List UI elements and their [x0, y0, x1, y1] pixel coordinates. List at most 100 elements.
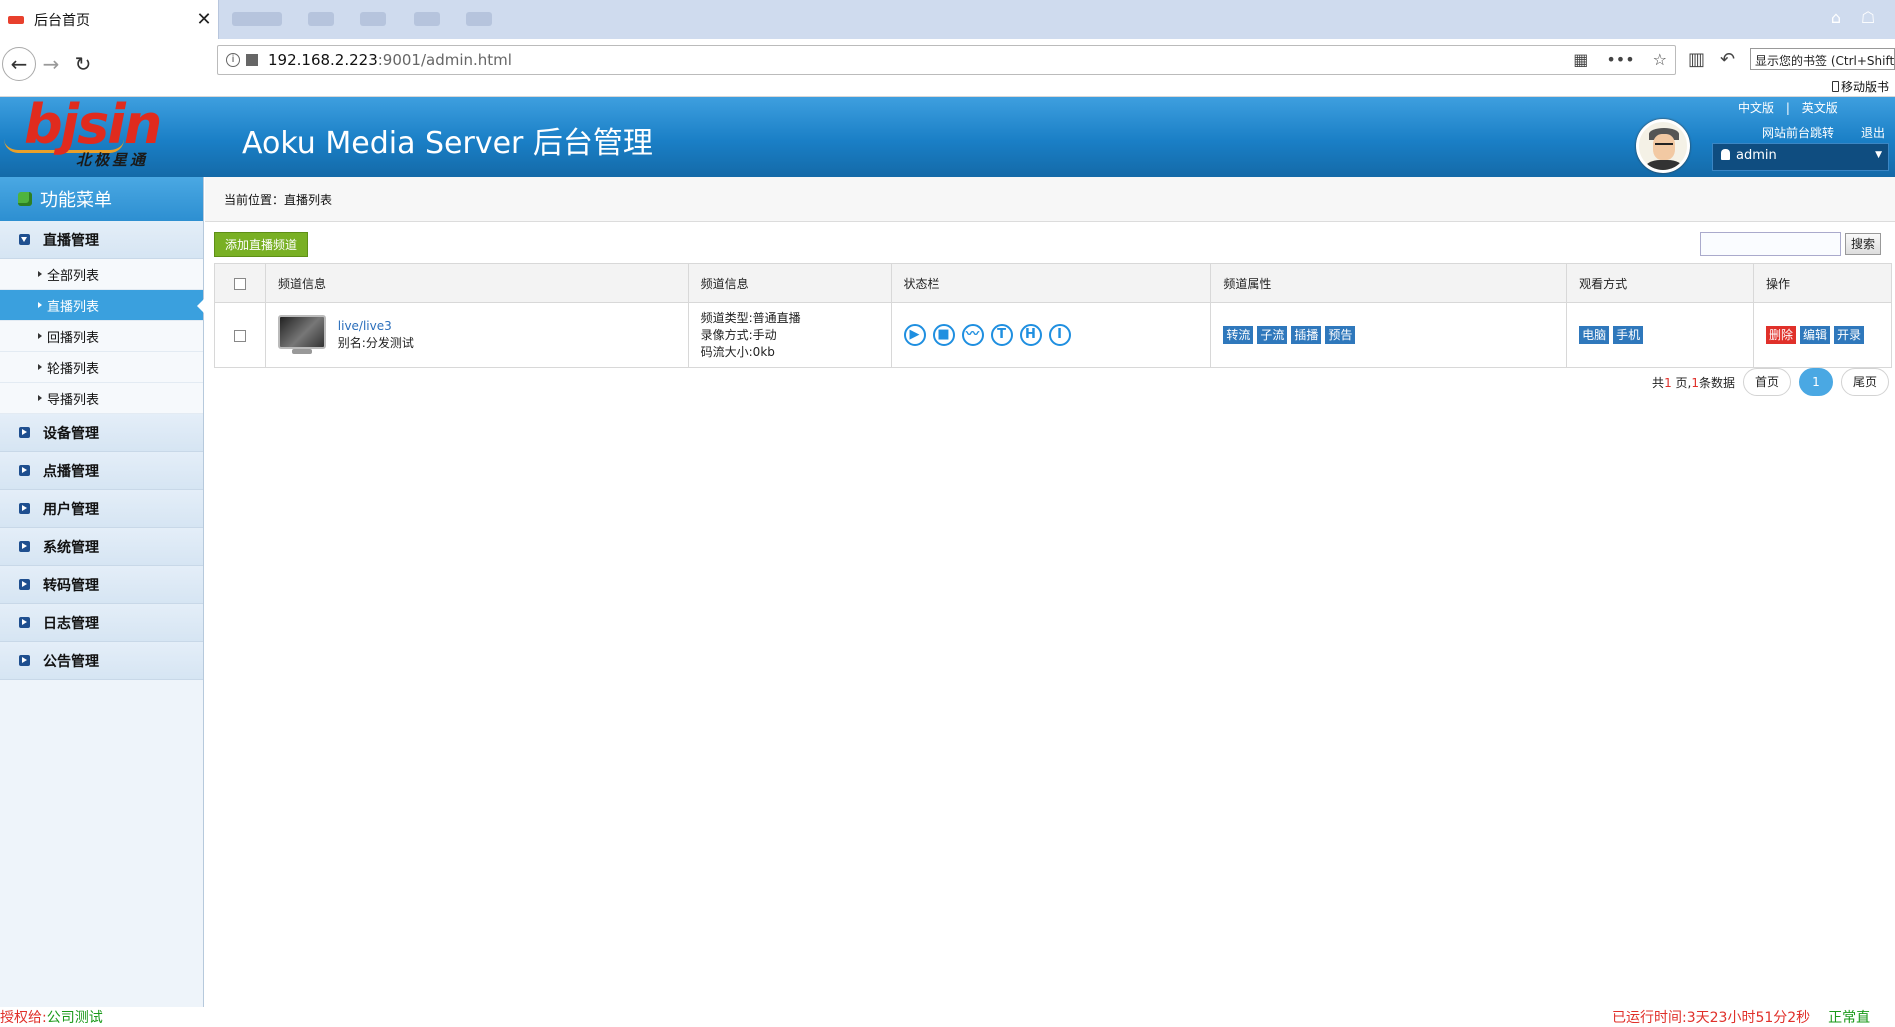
more-icon[interactable]: •••: [1606, 50, 1634, 69]
blurred-tab[interactable]: [232, 12, 282, 26]
watch-tags: 电脑 手机: [1579, 326, 1753, 344]
sidebar-group-log[interactable]: 日志管理: [0, 604, 203, 642]
front-site-link[interactable]: 网站前台跳转: [1762, 124, 1834, 141]
bullet-icon: [38, 271, 42, 277]
sidebar-group-device[interactable]: 设备管理: [0, 414, 203, 452]
status-icons: ▶ ■ 〰 T H I: [903, 324, 1211, 346]
current-page-button[interactable]: 1: [1799, 368, 1833, 396]
action-tags: 删除 编辑 开录: [1766, 326, 1891, 344]
account-icon[interactable]: ☖: [1856, 8, 1880, 30]
sidebar-group-system[interactable]: 系统管理: [0, 528, 203, 566]
tab-title: 后台首页: [34, 12, 90, 29]
row-checkbox[interactable]: [233, 329, 246, 342]
tv-icon: [277, 315, 326, 355]
channel-table: 频道信息 频道信息 状态栏 频道属性 观看方式 操作 live/live3 别名…: [214, 263, 1892, 368]
play-icon[interactable]: ▶: [903, 324, 926, 346]
reload-icon[interactable]: ↻: [66, 47, 100, 81]
blurred-tab[interactable]: [466, 12, 492, 26]
blurred-tab[interactable]: [308, 12, 334, 26]
back-icon[interactable]: ←: [2, 47, 36, 81]
wave-icon[interactable]: 〰: [961, 324, 984, 346]
column-header: 操作: [1753, 263, 1892, 303]
select-all-checkbox[interactable]: [233, 277, 246, 290]
attribute-tags: 转流 子流 插播 预告: [1223, 326, 1566, 344]
logo-text: bjsin: [24, 93, 162, 156]
sidebar-item-label: 回播列表: [47, 330, 100, 346]
sidebar-item-carousel[interactable]: 轮播列表: [0, 352, 203, 383]
i-icon[interactable]: I: [1048, 324, 1071, 346]
mobile-bookmarks[interactable]: 移动版书: [1832, 78, 1889, 95]
sidebar-item-all[interactable]: 全部列表: [0, 259, 203, 290]
browser-navbar: ← → ↻ i 192.168.2.223 :9001/admin.html ▦…: [0, 39, 1895, 97]
start-record-button[interactable]: 开录: [1834, 326, 1865, 344]
expand-icon: [19, 617, 30, 628]
license-info: 授权给:公司测试: [0, 1007, 103, 1027]
collapse-icon: [19, 234, 30, 245]
h-icon[interactable]: H: [1019, 324, 1042, 346]
tv-stand: [291, 349, 312, 354]
sidebar-group-live[interactable]: 直播管理: [0, 221, 203, 259]
qr-code-icon[interactable]: ▦: [1573, 50, 1588, 69]
undo-icon[interactable]: ↶: [1720, 49, 1735, 70]
sidebar-group-user[interactable]: 用户管理: [0, 490, 203, 528]
expand-icon: [19, 465, 30, 476]
tag-relay[interactable]: 转流: [1223, 326, 1254, 344]
browser-tabbar: 后台首页 ✕ ⌂ ☖: [0, 0, 1895, 39]
watch-pc-button[interactable]: 电脑: [1579, 326, 1610, 344]
actions-cell: 删除 编辑 开录: [1753, 302, 1892, 368]
pager-suffix: 条数据: [1698, 375, 1735, 390]
sidebar-title: 功能菜单: [40, 190, 112, 211]
sidebar-toggle-icon[interactable]: ▥: [1688, 49, 1705, 70]
column-header: 观看方式: [1566, 263, 1755, 303]
sidebar-item-replay[interactable]: 回播列表: [0, 321, 203, 352]
channel-link[interactable]: live/live3: [338, 319, 392, 333]
add-channel-button[interactable]: 添加直播频道: [214, 232, 309, 257]
star-icon[interactable]: ☆: [1653, 50, 1667, 69]
tab-close-icon[interactable]: ✕: [190, 9, 218, 30]
channel-info-cell: 频道类型:普通直播 录像方式:手动 码流大小:0kb: [687, 302, 892, 368]
channel-cell: live/live3 别名:分发测试: [264, 302, 689, 368]
license-label: 授权给:: [0, 1010, 47, 1026]
url-bar[interactable]: i 192.168.2.223 :9001/admin.html ▦ ••• ☆: [217, 45, 1676, 75]
edit-button[interactable]: 编辑: [1800, 326, 1831, 344]
blurred-tab[interactable]: [360, 12, 386, 26]
delete-button[interactable]: 删除: [1766, 326, 1797, 344]
home-icon[interactable]: ⌂: [1824, 8, 1848, 30]
user-dropdown[interactable]: admin ▼: [1712, 143, 1889, 171]
expand-icon: [19, 503, 30, 514]
footer: 授权给:公司测试 已运行时间:3天23小时51分2秒 正常直: [0, 1007, 1895, 1027]
browser-tab[interactable]: 后台首页 ✕: [0, 0, 219, 39]
channel-type: 频道类型:普通直播: [700, 310, 801, 325]
first-page-button[interactable]: 首页: [1743, 368, 1791, 396]
tag-insert[interactable]: 插播: [1291, 326, 1322, 344]
pagination-info: 共1 页,1条数据: [1652, 374, 1735, 391]
sidebar-item-director[interactable]: 导播列表: [0, 383, 203, 414]
lang-zh-link[interactable]: 中文版: [1738, 101, 1774, 115]
logout-link[interactable]: 退出: [1861, 124, 1885, 141]
tag-substream[interactable]: 子流: [1257, 326, 1288, 344]
select-all-cell: [214, 263, 266, 303]
lang-en-link[interactable]: 英文版: [1802, 101, 1838, 115]
t-icon[interactable]: T: [990, 324, 1013, 346]
user-icon: [1721, 149, 1730, 160]
sidebar-item-live-list[interactable]: 直播列表: [0, 290, 204, 321]
sidebar-item-label: 导播列表: [47, 392, 100, 408]
sidebar-group-label: 转码管理: [43, 577, 99, 594]
bitrate-size: 码流大小:0kb: [700, 344, 775, 359]
sidebar-group-transcode[interactable]: 转码管理: [0, 566, 203, 604]
sidebar-group-notice[interactable]: 公告管理: [0, 642, 203, 680]
camera-icon[interactable]: ■: [932, 324, 955, 346]
sidebar-group-label: 设备管理: [43, 425, 99, 442]
blurred-tab[interactable]: [414, 12, 440, 26]
search-button[interactable]: 搜索: [1845, 233, 1881, 255]
last-page-button[interactable]: 尾页: [1841, 368, 1889, 396]
cube-icon: [18, 192, 32, 206]
forward-icon[interactable]: →: [34, 47, 68, 81]
search-input[interactable]: [1700, 232, 1841, 256]
mobile-bookmarks-label: 移动版书: [1841, 80, 1890, 94]
watch-mobile-button[interactable]: 手机: [1613, 326, 1644, 344]
sidebar-group-vod[interactable]: 点播管理: [0, 452, 203, 490]
sidebar-group-label: 日志管理: [43, 615, 99, 632]
tag-preview[interactable]: 预告: [1325, 326, 1356, 344]
info-icon[interactable]: i: [226, 53, 240, 67]
